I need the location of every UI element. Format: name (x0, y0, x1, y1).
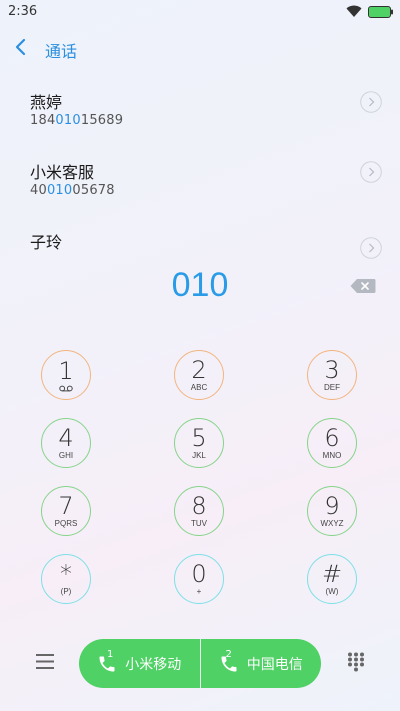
key-digit: * (60, 559, 72, 588)
battery-icon (368, 6, 393, 18)
status-time: 2:36 (8, 4, 38, 19)
key-digit: # (321, 559, 343, 588)
key-letters: WXYZ (320, 518, 344, 528)
contact-name: 燕婷 (30, 93, 63, 112)
sim-number: 1 (107, 649, 114, 660)
key-letters: MNO (322, 450, 342, 460)
backspace-icon[interactable] (350, 278, 376, 294)
call-sim1-button[interactable]: 1 小米移动 (79, 639, 200, 688)
dial-key-3[interactable]: 3 DEF (307, 350, 357, 400)
key-digit: 2 (191, 355, 207, 384)
dial-key-0[interactable]: 0 + (174, 554, 224, 604)
key-letters: (W) (325, 586, 339, 596)
dial-key-5[interactable]: 5 JKL (174, 418, 224, 468)
dial-key-7[interactable]: 7 PQRS (41, 486, 91, 536)
key-letters: ABC (190, 382, 208, 392)
contact-number: 18401015689 (30, 113, 124, 128)
chevron-right-circle-icon[interactable] (360, 237, 382, 259)
dial-key-8[interactable]: 8 TUV (174, 486, 224, 536)
dialpad-icon[interactable] (347, 652, 365, 672)
menu-icon[interactable] (36, 654, 54, 669)
key-letters: JKL (192, 450, 206, 460)
contact-number: 4001005678 (30, 183, 115, 198)
dial-key-9[interactable]: 9 WXYZ (307, 486, 357, 536)
key-digit: 0 (191, 559, 207, 588)
contact-name: 小米客服 (30, 163, 95, 182)
key-letters: (P) (60, 586, 72, 596)
key-digit: 1 (58, 356, 74, 385)
call-button-group: 1 小米移动 2 中国电信 (79, 639, 321, 688)
key-letters: GHI (58, 450, 74, 460)
call-sim2-button[interactable]: 2 中国电信 (199, 639, 322, 688)
header: 通话 (0, 30, 400, 66)
dial-key-6[interactable]: 6 MNO (307, 418, 357, 468)
voicemail-icon (59, 385, 73, 391)
contact-item[interactable]: 燕婷 18401015689 (0, 89, 400, 149)
key-digit: 6 (324, 423, 340, 452)
chevron-left-icon[interactable] (14, 38, 28, 56)
key-letters: DEF (324, 382, 340, 392)
call-sim1-label: 小米移动 (125, 656, 182, 673)
status-bar: 2:36 (0, 0, 400, 24)
key-letters: + (196, 586, 202, 596)
dial-key-2[interactable]: 2 ABC (174, 350, 224, 400)
key-letters: PQRS (54, 518, 78, 528)
dial-key-4[interactable]: 4 GHI (41, 418, 91, 468)
key-digit: 8 (191, 491, 207, 520)
key-digit: 5 (191, 423, 207, 452)
sim-number: 2 (225, 649, 232, 660)
key-digit: 9 (324, 491, 340, 520)
key-letters: TUV (191, 518, 207, 528)
key-digit: 4 (58, 423, 74, 452)
key-digit: 3 (324, 355, 340, 384)
call-sim2-label: 中国电信 (246, 656, 303, 673)
dial-key-1[interactable]: 1 (41, 350, 91, 400)
wifi-icon (346, 5, 362, 17)
page-title[interactable]: 通话 (45, 38, 77, 62)
dial-key-star[interactable]: * (P) (41, 554, 91, 604)
key-digit: 7 (58, 491, 74, 520)
contact-item[interactable]: 子玲 (0, 229, 400, 259)
dial-key-hash[interactable]: # (W) (307, 554, 357, 604)
contact-name: 子玲 (30, 233, 63, 252)
chevron-right-circle-icon[interactable] (360, 91, 382, 113)
contact-item[interactable]: 小米客服 4001005678 (0, 159, 400, 219)
chevron-right-circle-icon[interactable] (360, 161, 382, 183)
dial-number-display: 010 (171, 266, 229, 304)
